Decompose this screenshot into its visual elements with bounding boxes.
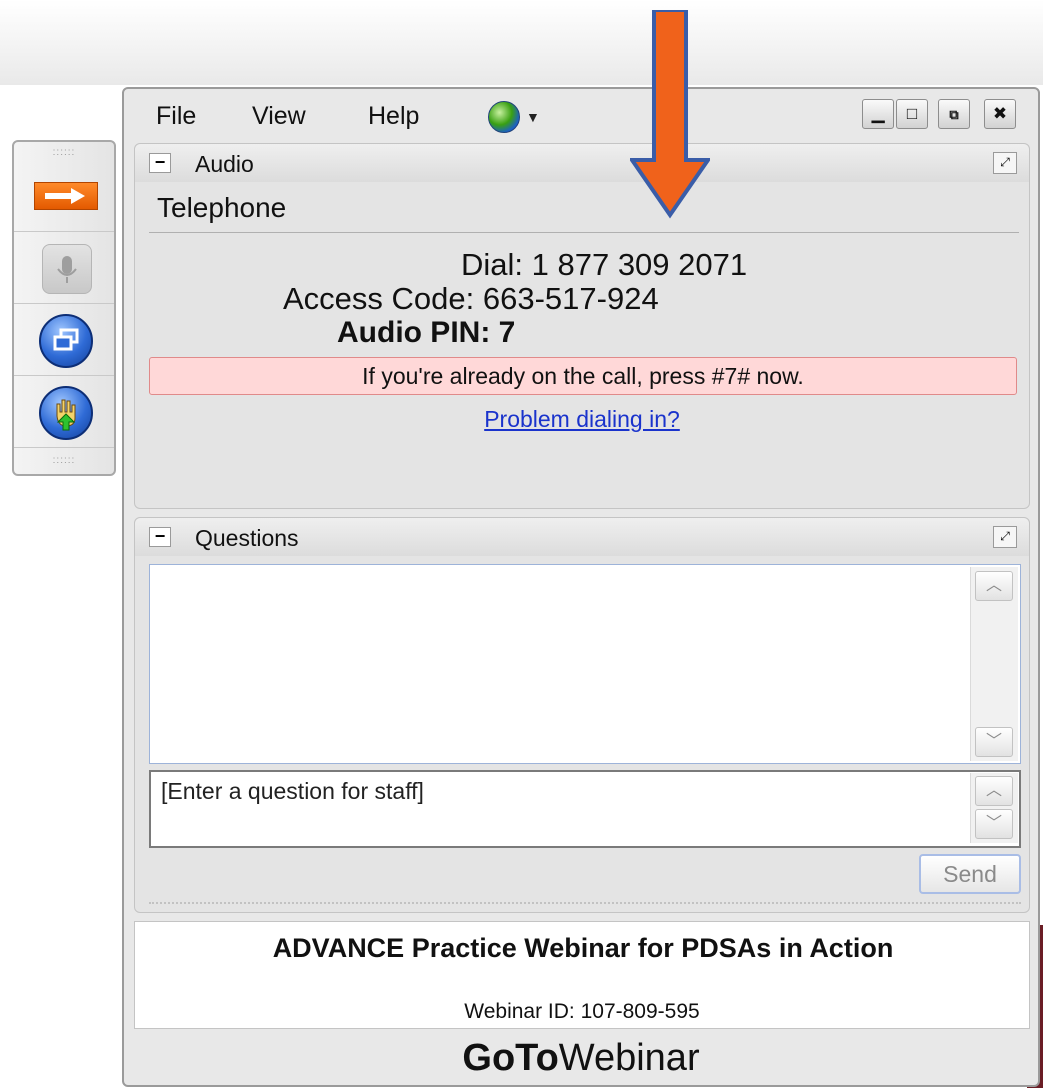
webinar-id: Webinar ID: 107-809-595 — [464, 1000, 700, 1023]
questions-panel: − Questions ⤢ ︿ ﹀ [Enter a question for … — [134, 517, 1030, 913]
scroll-up-icon[interactable]: ︿ — [975, 571, 1013, 601]
popout-icon: ⤢ — [1000, 529, 1010, 543]
gotowebinar-logo: GoToWebinar — [124, 1037, 1038, 1080]
gotowebinar-window: File View Help ▼ ▁ □ ⧉ ✖ − Audio ⤢ Telep… — [122, 87, 1040, 1087]
collapse-audio-button[interactable]: − — [149, 153, 171, 173]
microphone-button[interactable] — [14, 232, 114, 304]
minimize-icon: ▁ — [871, 104, 885, 123]
menu-help[interactable]: Help — [368, 102, 419, 131]
menu-view[interactable]: View — [252, 102, 306, 131]
scroll-up-icon[interactable]: ︿ — [975, 776, 1013, 806]
grip-handle-top[interactable]: :::::: — [14, 146, 114, 160]
webinar-title: ADVANCE Practice Webinar for PDSAs in Ac… — [272, 933, 894, 963]
audio-panel: − Audio ⤢ Telephone Dial: 1 877 309 2071… — [134, 143, 1030, 509]
close-button[interactable]: ✖ — [984, 99, 1016, 129]
grip-handle-bottom[interactable]: :::::: — [14, 454, 114, 468]
problem-dialing-link[interactable]: Problem dialing in? — [135, 406, 1029, 433]
minimize-button[interactable]: ▁ — [862, 99, 894, 129]
screen-view-button[interactable] — [14, 304, 114, 376]
globe-icon[interactable] — [488, 101, 520, 133]
close-icon: ✖ — [992, 104, 1008, 123]
audio-pin: Audio PIN: 7 — [337, 316, 516, 349]
logo-webinar: Webinar — [558, 1037, 700, 1079]
minus-icon: − — [154, 152, 166, 172]
popout-audio-button[interactable]: ⤢ — [993, 152, 1017, 174]
show-hide-panel-button[interactable] — [14, 160, 114, 232]
call-notice: If you're already on the call, press #7#… — [149, 357, 1017, 395]
questions-panel-title: Questions — [195, 525, 299, 551]
chevron-down-icon[interactable]: ▼ — [526, 109, 540, 125]
popout-questions-button[interactable]: ⤢ — [993, 526, 1017, 548]
divider — [149, 232, 1019, 233]
scroll-down-icon[interactable]: ﹀ — [975, 727, 1013, 757]
minus-icon: − — [154, 526, 166, 546]
question-input[interactable]: [Enter a question for staff] ︿ ﹀ — [149, 770, 1021, 848]
questions-log-scrollbar[interactable]: ︿ ﹀ — [970, 567, 1018, 761]
annotation-arrow — [630, 10, 710, 219]
scroll-down-icon[interactable]: ﹀ — [975, 809, 1013, 839]
resize-grip[interactable] — [149, 902, 1021, 904]
menu-bar: File View Help ▼ ▁ □ ⧉ ✖ — [124, 89, 1038, 141]
raise-hand-icon — [39, 386, 93, 440]
restore-icon: ⧉ — [949, 107, 959, 122]
logo-goto: GoTo — [462, 1037, 559, 1079]
questions-panel-header: − Questions ⤢ — [135, 518, 1029, 556]
popout-icon: ⤢ — [1000, 155, 1010, 169]
microphone-icon — [42, 244, 92, 294]
windows-icon — [39, 314, 93, 368]
audio-panel-title: Audio — [195, 151, 254, 177]
send-button[interactable]: Send — [919, 854, 1021, 894]
raise-hand-button[interactable] — [14, 376, 114, 448]
dial-number: Dial: 1 877 309 2071 — [461, 247, 748, 282]
questions-log[interactable]: ︿ ﹀ — [149, 564, 1021, 764]
control-panel-strip: :::::::::::: — [12, 140, 116, 476]
access-code: Access Code: 663-517-924 — [283, 281, 659, 316]
restore-button[interactable]: ⧉ — [938, 99, 970, 129]
question-input-placeholder: [Enter a question for staff] — [161, 778, 424, 804]
webinar-info-box: ADVANCE Practice Webinar for PDSAs in Ac… — [134, 921, 1030, 1029]
menu-file[interactable]: File — [156, 102, 196, 131]
question-input-scrollbar[interactable]: ︿ ﹀ — [970, 773, 1018, 843]
audio-panel-header: − Audio ⤢ — [135, 144, 1029, 182]
arrow-right-icon — [34, 182, 98, 210]
audio-mode-label[interactable]: Telephone — [157, 192, 286, 224]
maximize-icon: □ — [906, 104, 918, 123]
maximize-button[interactable]: □ — [896, 99, 928, 129]
collapse-questions-button[interactable]: − — [149, 527, 171, 547]
slide-background-band — [0, 0, 1043, 85]
